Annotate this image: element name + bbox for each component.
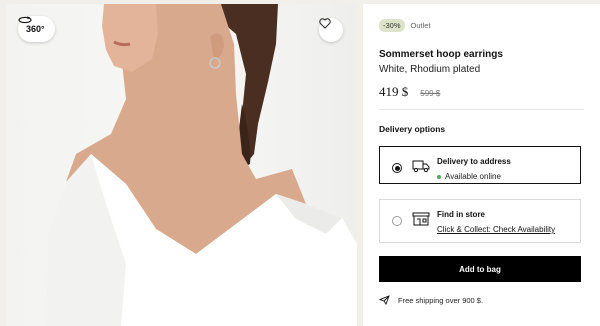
radio-selected[interactable]: [392, 163, 402, 173]
delivery-option-address[interactable]: Delivery to address Available online: [379, 146, 581, 184]
product-tags: -30% Outlet: [379, 18, 584, 32]
store-icon: [412, 212, 430, 226]
product-image[interactable]: 360°: [6, 4, 357, 326]
truck-icon: [412, 160, 430, 173]
view-360-label: 360°: [26, 24, 45, 34]
rotate-360-icon: [18, 16, 32, 24]
favorite-button[interactable]: [319, 18, 343, 42]
delivery-options-heading: Delivery options: [379, 124, 446, 134]
availability-text: Available online: [445, 172, 501, 181]
divider: [379, 109, 584, 110]
shipping-note: Free shipping over 900 $.: [379, 295, 483, 305]
availability-dot-icon: [437, 174, 441, 179]
click-collect-link[interactable]: Click & Collect: Check Availability: [437, 225, 555, 234]
radio-unselected[interactable]: [392, 216, 402, 226]
product-variant: White, Rhodium plated: [379, 64, 481, 75]
add-to-bag-button[interactable]: Add to bag: [379, 256, 581, 282]
current-price: 419 $: [379, 84, 409, 99]
original-price: 599 $: [420, 89, 441, 98]
model-photo: [46, 4, 357, 326]
availability-status: Available online: [437, 172, 511, 181]
product-name: Sommerset hoop earrings: [379, 49, 503, 60]
paper-plane-icon: [379, 295, 390, 305]
heart-icon: [319, 18, 331, 29]
discount-badge: -30%: [379, 18, 405, 32]
shipping-text: Free shipping over 900 $.: [398, 295, 484, 305]
outlet-label: Outlet: [410, 20, 431, 30]
store-option-title: Find in store: [437, 210, 485, 219]
view-360-button[interactable]: 360°: [18, 16, 55, 42]
delivery-option-title: Delivery to address: [437, 157, 511, 166]
product-details: -30% Outlet Sommerset hoop earrings Whit…: [363, 4, 600, 326]
delivery-option-store[interactable]: Find in store Click & Collect: Check Ava…: [379, 199, 581, 243]
price-row: 419 $ 599 $: [379, 84, 584, 100]
